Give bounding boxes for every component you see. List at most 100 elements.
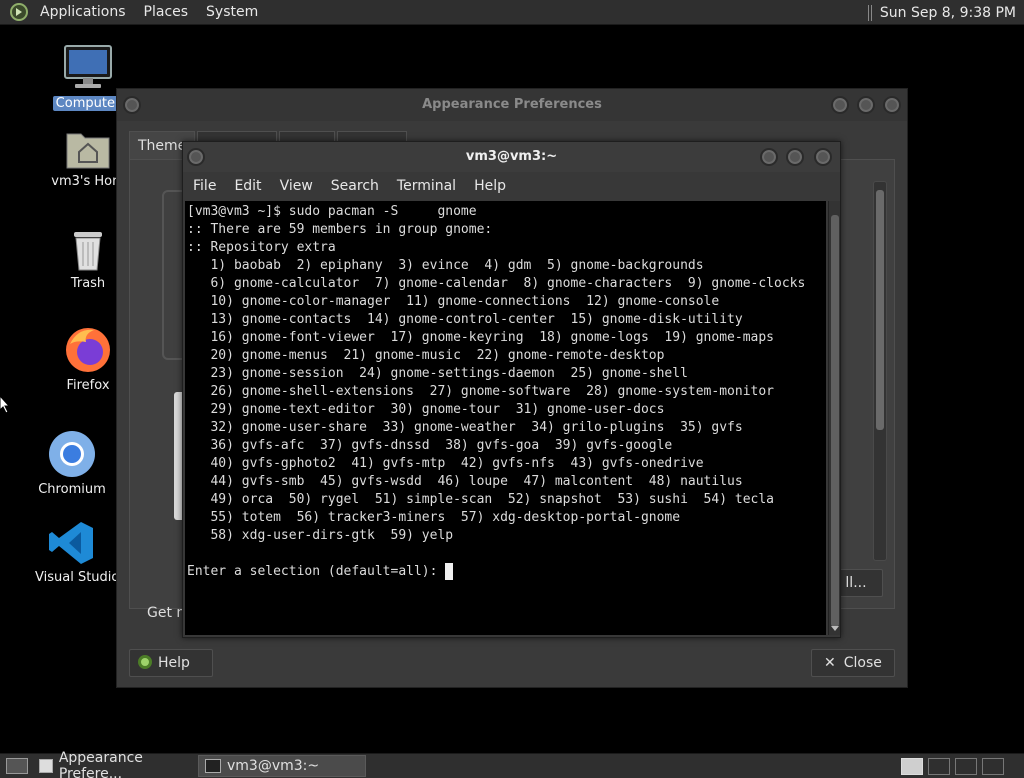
workspace-2[interactable] (928, 758, 950, 775)
trash-icon (68, 228, 108, 272)
terminal-line: 58) xdg-user-dirs-gtk 59) yelp (187, 527, 826, 545)
taskbar-item-label: Appearance Prefere... (58, 750, 143, 778)
terminal-line-text: 36) gvfs-afc 37) gvfs-dnssd 38) gvfs-goa… (187, 438, 673, 453)
terminal-line-text: 20) gnome-menus 21) gnome-music 22) gnom… (187, 348, 665, 363)
scrollbar-thumb[interactable] (876, 190, 884, 430)
terminal-window: vm3@vm3:~ File Edit View Search Terminal… (182, 141, 841, 638)
terminal-scrollbar[interactable] (828, 201, 840, 635)
help-label: Help (158, 655, 190, 671)
minimize-button[interactable] (831, 96, 849, 114)
taskbar-item-label: vm3@vm3:~ (227, 758, 320, 774)
places-menu[interactable]: Places (138, 4, 195, 20)
menu-edit[interactable]: Edit (226, 178, 269, 194)
terminal-line: 55) totem 56) tracker3-miners 57) xdg-de… (187, 509, 826, 527)
window-menu-button[interactable] (187, 148, 205, 166)
terminal-line: 23) gnome-session 24) gnome-settings-dae… (187, 365, 826, 383)
terminal-line-text: :: Repository extra (187, 240, 336, 255)
desktop-icon-label: Computer (52, 96, 124, 111)
panel-handle[interactable] (867, 4, 872, 21)
terminal-line: 13) gnome-contacts 14) gnome-control-cen… (187, 311, 826, 329)
desktop-icon-vscode[interactable]: Visual Studio Co (32, 520, 141, 585)
terminal-screen[interactable]: [vm3@vm3 ~]$ sudo pacman -S gnome:: Ther… (185, 201, 826, 635)
terminal-line: Enter a selection (default=all): (187, 563, 826, 581)
terminal-line-text: 44) gvfs-smb 45) gvfs-wsdd 46) loupe 47)… (187, 474, 743, 489)
terminal-line-text: [vm3@vm3 ~]$ sudo pacman -S gnome (187, 204, 477, 219)
terminal-line-text: 16) gnome-font-viewer 17) gnome-keyring … (187, 330, 774, 345)
menu-view[interactable]: View (272, 178, 321, 194)
close-window-button[interactable] (814, 148, 832, 166)
workspace-1[interactable] (901, 758, 923, 775)
scrollbar-thumb[interactable] (831, 215, 839, 627)
menu-file[interactable]: File (185, 178, 224, 194)
terminal-line: 1) baobab 2) epiphany 3) evince 4) gdm 5… (187, 257, 826, 275)
terminal-output: [vm3@vm3 ~]$ sudo pacman -S gnome:: Ther… (185, 201, 826, 581)
window-title: Appearance Preferences (422, 97, 602, 112)
terminal-line: :: There are 59 members in group gnome: (187, 221, 826, 239)
terminal-line: 29) gnome-text-editor 30) gnome-tour 31)… (187, 401, 826, 419)
taskbar-item-appearance[interactable]: Appearance Prefere... (32, 750, 194, 778)
terminal-app-icon (205, 759, 221, 773)
clock[interactable]: Sun Sep 8, 9:38 PM (880, 5, 1024, 21)
terminal-line-text: 26) gnome-shell-extensions 27) gnome-sof… (187, 384, 774, 399)
terminal-line-text: 13) gnome-contacts 14) gnome-control-cen… (187, 312, 743, 327)
home-folder-icon (65, 126, 111, 170)
terminal-line: 32) gnome-user-share 33) gnome-weather 3… (187, 419, 826, 437)
menu-search[interactable]: Search (323, 178, 387, 194)
menu-terminal[interactable]: Terminal (389, 178, 464, 194)
terminal-line-text: 10) gnome-color-manager 11) gnome-connec… (187, 294, 720, 309)
terminal-menubar: File Edit View Search Terminal Help (183, 172, 840, 200)
terminal-line: 10) gnome-color-manager 11) gnome-connec… (187, 293, 826, 311)
terminal-line-text: 6) gnome-calculator 7) gnome-calendar 8)… (187, 276, 806, 291)
theme-list-scrollbar[interactable] (873, 181, 887, 561)
terminal-line-text: 29) gnome-text-editor 30) gnome-tour 31)… (187, 402, 665, 417)
close-icon: ✕ (824, 655, 836, 671)
terminal-line: [vm3@vm3 ~]$ sudo pacman -S gnome (187, 203, 826, 221)
applications-menu[interactable]: Applications (34, 4, 132, 20)
minimize-button[interactable] (760, 148, 778, 166)
terminal-line: 20) gnome-menus 21) gnome-music 22) gnom… (187, 347, 826, 365)
terminal-line-text: 32) gnome-user-share 33) gnome-weather 3… (187, 420, 743, 435)
desktop-icon-label: Chromium (38, 482, 106, 497)
terminal-line: :: Repository extra (187, 239, 826, 257)
window-title: vm3@vm3:~ (465, 149, 558, 164)
terminal-line: 6) gnome-calculator 7) gnome-calendar 8)… (187, 275, 826, 293)
desktop-icon-chromium[interactable]: Chromium (32, 430, 112, 497)
maximize-button[interactable] (857, 96, 875, 114)
menu-help[interactable]: Help (466, 178, 514, 194)
window-titlebar[interactable]: vm3@vm3:~ (183, 142, 840, 172)
workspace-4[interactable] (982, 758, 1004, 775)
top-panel: Applications Places System Sun Sep 8, 9:… (0, 0, 1024, 25)
terminal-line-text: 49) orca 50) rygel 51) simple-scan 52) s… (187, 492, 774, 507)
help-icon (138, 655, 152, 669)
terminal-line: 26) gnome-shell-extensions 27) gnome-sof… (187, 383, 826, 401)
terminal-line: 40) gvfs-gphoto2 41) gvfs-mtp 42) gvfs-n… (187, 455, 826, 473)
maximize-button[interactable] (786, 148, 804, 166)
terminal-line-text: Enter a selection (default=all): (187, 564, 446, 579)
terminal-line: 44) gvfs-smb 45) gvfs-wsdd 46) loupe 47)… (187, 473, 826, 491)
scroll-down-arrow-icon[interactable] (831, 626, 839, 631)
bottom-panel: Appearance Prefere... vm3@vm3:~ (0, 750, 1024, 778)
terminal-line: 49) orca 50) rygel 51) simple-scan 52) s… (187, 491, 826, 509)
window-titlebar[interactable]: Appearance Preferences (117, 89, 907, 121)
system-menu[interactable]: System (200, 4, 264, 20)
workspace-3[interactable] (955, 758, 977, 775)
close-window-button[interactable] (883, 96, 901, 114)
terminal-cursor (445, 563, 454, 580)
firefox-icon (64, 326, 112, 374)
window-menu-button[interactable] (123, 96, 141, 114)
terminal-line-text: :: There are 59 members in group gnome: (187, 222, 493, 237)
system-logo-icon[interactable] (10, 3, 28, 21)
terminal-line-text: 58) xdg-user-dirs-gtk 59) yelp (187, 528, 454, 543)
terminal-line: 16) gnome-font-viewer 17) gnome-keyring … (187, 329, 826, 347)
terminal-line-text: 1) baobab 2) epiphany 3) evince 4) gdm 5… (187, 258, 704, 273)
vscode-icon (49, 520, 95, 566)
terminal-line-text: 55) totem 56) tracker3-miners 57) xdg-de… (187, 510, 681, 525)
terminal-line-text: 40) gvfs-gphoto2 41) gvfs-mtp 42) gvfs-n… (187, 456, 704, 471)
show-desktop-icon[interactable] (6, 758, 28, 774)
close-label: Close (843, 655, 882, 671)
help-button[interactable]: Help (129, 649, 213, 677)
close-button[interactable]: ✕ Close (811, 649, 895, 677)
desktop-icon-label: Firefox (66, 378, 110, 393)
taskbar-item-terminal[interactable]: vm3@vm3:~ (198, 755, 366, 777)
